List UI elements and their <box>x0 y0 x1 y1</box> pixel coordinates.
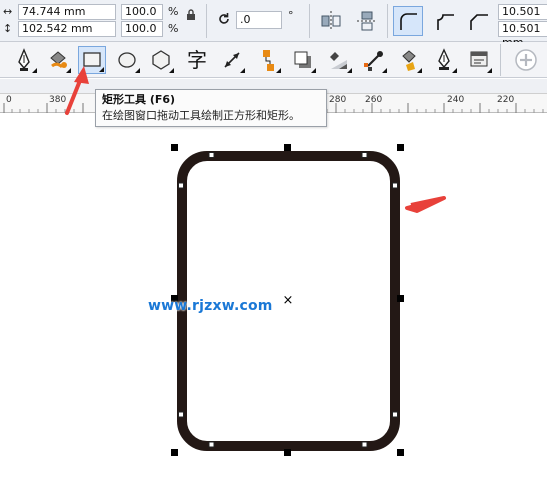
scale-y-percent: % <box>168 22 179 35</box>
corner-radius-bottom-field[interactable]: 10.501 mm <box>498 21 547 49</box>
tooltip-description: 在绘图窗口拖动工具绘制正方形和矩形。 <box>102 109 300 122</box>
interactive-fill-tool[interactable] <box>395 46 423 74</box>
drawing-canvas[interactable]: × <box>0 114 547 499</box>
flyout-indicator <box>276 68 281 73</box>
text-tool[interactable]: 字 <box>183 46 211 74</box>
selection-handle <box>284 144 291 151</box>
mirror-horizontal-icon[interactable] <box>318 8 344 34</box>
add-tool[interactable] <box>512 46 540 74</box>
tooltip-title: 矩形工具 (F6) <box>102 93 176 106</box>
ruler-label: 380 <box>49 95 67 105</box>
property-bar: ↔ ↕ 74.744 mm 102.542 mm 100.0 100.0 % %… <box>0 0 547 49</box>
lock-ratio-icon[interactable] <box>184 8 198 22</box>
selection-handle <box>397 144 404 151</box>
corner-node <box>208 441 215 448</box>
selection-handle <box>284 449 291 456</box>
width-field[interactable]: 74.744 mm <box>18 4 116 20</box>
flyout-indicator <box>32 68 37 73</box>
smart-fill-pen-tool[interactable] <box>430 46 458 74</box>
rotation-field[interactable]: .0 <box>236 11 282 29</box>
flyout-indicator <box>487 68 492 73</box>
text-tool-glyph: 字 <box>187 48 207 72</box>
ruler-label: 220 <box>497 95 515 105</box>
polygon-tool[interactable] <box>147 46 175 74</box>
center-marker: × <box>283 293 294 308</box>
watermark-text: www.rjzxw.com <box>148 298 273 314</box>
dimension-tool[interactable] <box>218 46 246 74</box>
corner-node <box>178 411 184 418</box>
separator <box>500 44 501 76</box>
flyout-indicator <box>452 68 457 73</box>
flyout-indicator <box>417 68 422 73</box>
scale-y-field[interactable]: 100.0 <box>121 21 163 37</box>
width-icon: ↔ <box>3 5 13 18</box>
add-circle-icon <box>515 49 537 71</box>
flyout-indicator <box>135 68 140 73</box>
scale-x-field[interactable]: 100.0 <box>121 4 163 20</box>
corner-radius-top-field[interactable]: 10.501 mm <box>498 4 547 32</box>
ruler-label: 240 <box>447 95 465 105</box>
selection-handle <box>171 449 178 456</box>
smart-fill-tool[interactable] <box>44 46 72 74</box>
separator <box>309 4 310 38</box>
flyout-indicator <box>66 68 71 73</box>
toolbox: 字 <box>0 42 547 78</box>
scale-x-percent: % <box>168 5 179 18</box>
separator <box>206 4 207 38</box>
degree-symbol: ° <box>288 9 294 22</box>
flyout-indicator <box>347 68 352 73</box>
connector-tool[interactable] <box>254 46 282 74</box>
rectangle-tool[interactable] <box>78 46 106 74</box>
chamfer-corner-icon[interactable] <box>466 8 492 34</box>
flyout-indicator <box>169 68 174 73</box>
mesh-fill-tool[interactable] <box>465 46 493 74</box>
corner-node <box>208 152 215 158</box>
rectangle-tool-tooltip: 矩形工具 (F6) 在绘图窗口拖动工具绘制正方形和矩形。 <box>95 89 327 127</box>
flyout-indicator <box>311 68 316 73</box>
transparency-tool[interactable] <box>325 46 353 74</box>
eyedropper-tool[interactable] <box>360 46 388 74</box>
flyout-indicator <box>382 68 387 73</box>
flyout-indicator <box>99 67 104 72</box>
ruler-label: 0 <box>6 95 12 105</box>
mirror-vertical-icon[interactable] <box>354 8 380 34</box>
selection-handle <box>397 449 404 456</box>
corner-node <box>361 152 368 158</box>
corner-node <box>361 441 368 448</box>
corner-node <box>178 182 184 189</box>
selection-handle <box>397 295 404 302</box>
separator <box>387 4 388 38</box>
ruler-label: 280 <box>329 95 347 105</box>
height-field[interactable]: 102.542 mm <box>18 21 116 37</box>
round-corner-icon[interactable] <box>393 6 423 36</box>
flyout-indicator <box>240 68 245 73</box>
rotate-icon <box>219 13 229 24</box>
corner-node <box>392 411 398 418</box>
scalloped-corner-icon[interactable] <box>432 8 458 34</box>
pen-tool[interactable] <box>10 46 38 74</box>
ruler-label: 260 <box>365 95 383 105</box>
annotation-arrow-right <box>405 196 446 213</box>
corner-node <box>392 182 398 189</box>
height-icon: ↕ <box>3 22 13 35</box>
drop-shadow-tool[interactable] <box>289 46 317 74</box>
selection-handle <box>171 144 178 151</box>
ellipse-tool[interactable] <box>113 46 141 74</box>
